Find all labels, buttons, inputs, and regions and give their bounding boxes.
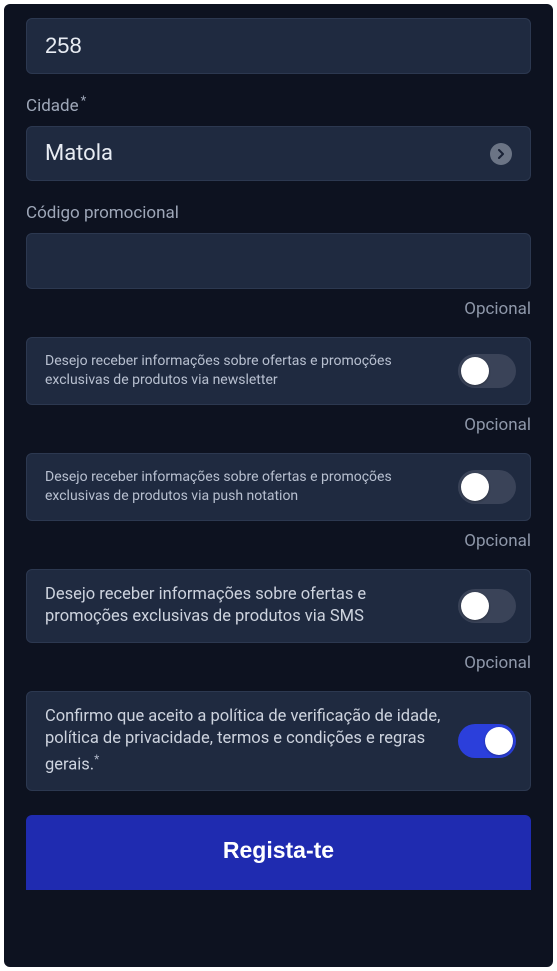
toggle-confirm-switch[interactable] — [458, 724, 516, 758]
toggle-push: Desejo receber informações sobre ofertas… — [26, 453, 531, 521]
toggle-sms: Desejo receber informações sobre ofertas… — [26, 569, 531, 644]
toggle-newsletter-hint: Opcional — [26, 415, 531, 435]
city-value: Matola — [45, 141, 113, 166]
required-asterisk: * — [94, 752, 99, 766]
toggle-push-text: Desejo receber informações sobre ofertas… — [45, 468, 444, 506]
toggle-push-switch[interactable] — [458, 470, 516, 504]
toggle-push-hint: Opcional — [26, 531, 531, 551]
toggle-confirm-text: Confirmo que aceito a política de verifi… — [45, 706, 444, 776]
toggle-confirm: Confirmo que aceito a política de verifi… — [26, 691, 531, 791]
phone-prefix-input[interactable] — [26, 18, 531, 74]
chevron-right-icon — [490, 143, 512, 165]
toggle-newsletter-switch[interactable] — [458, 354, 516, 388]
promo-label: Código promocional — [26, 203, 531, 223]
toggle-sms-hint: Opcional — [26, 653, 531, 673]
city-label-text: Cidade — [26, 96, 79, 116]
promo-label-text: Código promocional — [26, 203, 179, 223]
register-button[interactable]: Regista-te — [26, 815, 531, 890]
promo-hint: Opcional — [26, 299, 531, 319]
promo-input[interactable] — [26, 233, 531, 289]
city-label: Cidade * — [26, 96, 531, 116]
toggle-sms-switch[interactable] — [458, 589, 516, 623]
toggle-newsletter: Desejo receber informações sobre ofertas… — [26, 337, 531, 405]
city-select[interactable]: Matola — [26, 126, 531, 181]
toggle-newsletter-text: Desejo receber informações sobre ofertas… — [45, 352, 444, 390]
toggle-sms-text: Desejo receber informações sobre ofertas… — [45, 584, 444, 629]
required-asterisk: * — [81, 94, 87, 109]
